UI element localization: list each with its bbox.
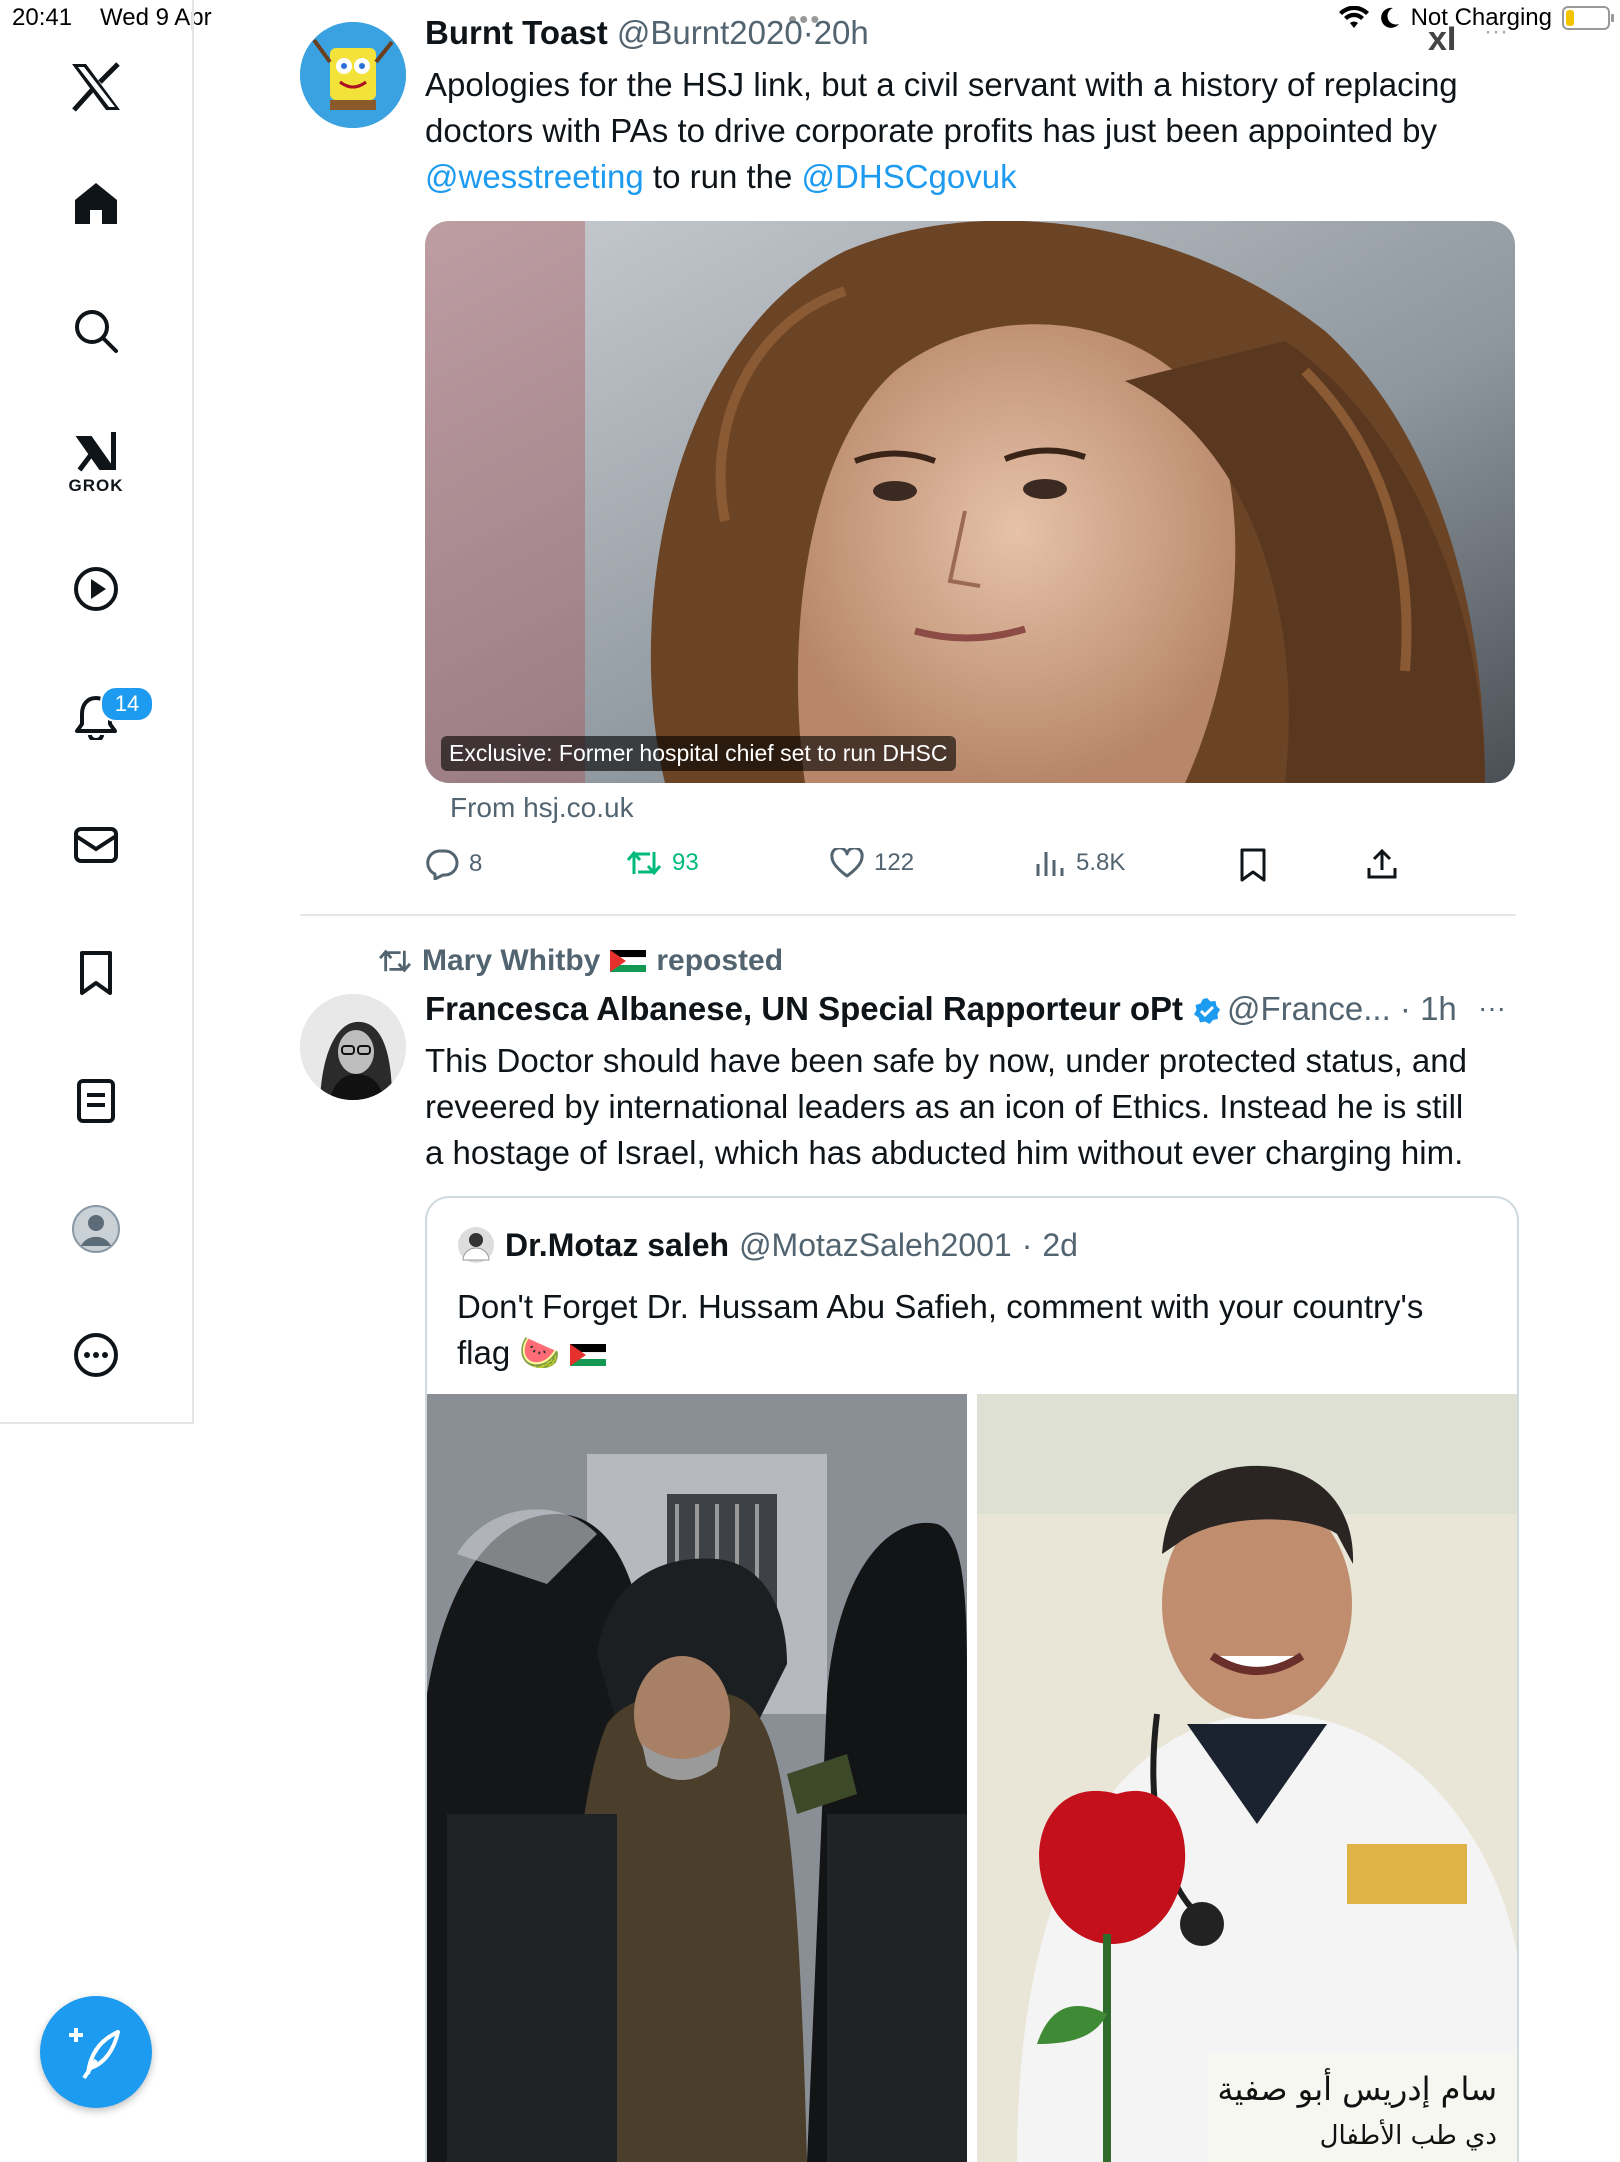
reply-button[interactable]: 8 — [425, 848, 482, 880]
tweet-header: Francesca Albanese, UN Special Rapporteu… — [425, 990, 1457, 1027]
quoted-image-left[interactable] — [427, 1394, 967, 2162]
spongebob-avatar-icon — [300, 22, 406, 128]
sidebar-item-bookmarks[interactable] — [73, 950, 119, 996]
play-circle-icon — [74, 567, 118, 611]
sidebar-item-lists[interactable] — [73, 1078, 119, 1124]
top-more-icon[interactable]: ··· — [1484, 18, 1508, 46]
wifi-icon — [1338, 6, 1369, 28]
repost-icon — [626, 850, 662, 876]
like-button[interactable]: 122 — [830, 848, 914, 878]
sidebar-item-messages[interactable] — [73, 822, 119, 868]
x-logo-icon — [72, 62, 120, 112]
sidebar-item-profile[interactable] — [71, 1204, 121, 1254]
name-sign-text: سام إدريس أبو صفية — [1217, 2068, 1497, 2108]
doctor-photo-image: سام إدريس أبو صفية دي طب الأطفال — [977, 1394, 1517, 2162]
tweet-text: This Doctor should have been safe by now… — [425, 1038, 1535, 1176]
arrest-photo-image — [427, 1394, 967, 2162]
tweet-header: Burnt Toast @Burnt2020·20h — [425, 14, 869, 51]
avatar[interactable] — [457, 1226, 495, 1264]
quoted-tweet-header: Dr.Motaz saleh @MotazSaleh2001 · 2d — [457, 1226, 1078, 1264]
status-right: Not Charging — [1338, 4, 1614, 32]
quoted-image-right[interactable]: سام إدريس أبو صفية دي طب الأطفال — [977, 1394, 1517, 2162]
tweet-time[interactable]: 20h — [814, 14, 869, 51]
views-count: 5.8K — [1076, 849, 1126, 876]
sidebar-item-grok[interactable]: GROK — [69, 428, 124, 496]
card-caption: Exclusive: Former hospital chief set to … — [441, 736, 956, 771]
profile-avatar-icon — [72, 1205, 120, 1253]
compose-feather-icon — [69, 2028, 120, 2080]
grok-icon — [75, 432, 116, 472]
bookmark-button[interactable] — [1238, 848, 1268, 882]
mention-link[interactable]: @wesstreeting — [425, 158, 644, 195]
compose-post-button[interactable] — [40, 1996, 152, 2108]
tweet-text-line: a hostage of Israel, which has abducted … — [425, 1134, 1464, 1171]
francesca-avatar-icon — [300, 994, 406, 1100]
sidebar: GROK 14 — [0, 0, 194, 1424]
repost-count: 93 — [672, 849, 699, 876]
repost-icon — [379, 949, 411, 973]
quoted-author-name[interactable]: Dr.Motaz saleh — [505, 1227, 729, 1264]
reply-icon — [426, 849, 459, 880]
sidebar-item-more[interactable] — [73, 1332, 119, 1378]
grok-top-icon[interactable]: xI — [1428, 20, 1456, 59]
author-handle[interactable]: @France... — [1227, 990, 1391, 1027]
quoted-text-line: flag 🍉 — [457, 1330, 1487, 1376]
sidebar-item-home[interactable] — [73, 180, 119, 226]
sidebar-item-video[interactable] — [73, 566, 119, 612]
like-count: 122 — [874, 849, 915, 876]
mention-link[interactable]: @DHSCgovuk — [802, 158, 1017, 195]
tweet-text-line: reveered by international leaders as an … — [425, 1088, 1464, 1125]
mail-icon — [74, 827, 118, 863]
author-name[interactable]: Burnt Toast — [425, 14, 608, 51]
bookmark-icon — [80, 951, 112, 995]
tweet-text-line: Apologies for the HSJ link, but a civil … — [425, 66, 1458, 103]
quoted-tweet-time[interactable]: 2d — [1042, 1227, 1078, 1264]
heart-icon — [830, 848, 864, 878]
tweet-more-icon[interactable]: ··· — [1478, 992, 1506, 1024]
avatar[interactable] — [300, 22, 406, 128]
quoted-author-handle[interactable]: @MotazSaleh2001 — [739, 1227, 1012, 1264]
link-card[interactable]: Exclusive: Former hospital chief set to … — [425, 221, 1515, 783]
tweet-text-line: doctors with PAs to drive corporate prof… — [425, 112, 1437, 149]
palestine-flag-icon — [569, 1344, 606, 1367]
tweet-divider — [300, 914, 1516, 916]
avatar[interactable] — [300, 994, 406, 1100]
author-handle[interactable]: @Burnt2020 — [617, 14, 803, 51]
more-circle-icon — [74, 1333, 118, 1377]
author-name[interactable]: Francesca Albanese, UN Special Rapporteu… — [425, 990, 1183, 1027]
home-icon — [75, 183, 117, 224]
tweet-text: Apologies for the HSJ link, but a civil … — [425, 62, 1535, 200]
card-source[interactable]: From hsj.co.uk — [450, 792, 634, 824]
reposted-label: reposted — [656, 944, 784, 977]
tweet-time[interactable]: 1h — [1420, 990, 1457, 1027]
quoted-tweet-text: Don't Forget Dr. Hussam Abu Safieh, comm… — [457, 1284, 1487, 1376]
quoted-text-line: Don't Forget Dr. Hussam Abu Safieh, comm… — [457, 1288, 1424, 1325]
card-image — [425, 221, 1515, 783]
bookmark-icon — [1240, 848, 1266, 882]
reply-count: 8 — [469, 850, 483, 877]
tweet-text-fragment: to run the — [643, 158, 802, 195]
palestine-flag-icon — [610, 950, 647, 972]
name-sign-subtext: دي طب الأطفال — [1320, 2118, 1497, 2151]
quoted-tweet[interactable]: Dr.Motaz saleh @MotazSaleh2001 · 2d Don't … — [425, 1196, 1519, 2162]
share-icon — [1367, 848, 1397, 879]
notifications-badge: 14 — [100, 686, 154, 722]
reposter-name: Mary Whitby — [422, 944, 601, 977]
views-chart-icon — [1036, 852, 1064, 876]
repost-context[interactable]: Mary Whitby reposted — [378, 944, 783, 978]
moon-icon — [1380, 7, 1399, 28]
tweet-text-line: This Doctor should have been safe by now… — [425, 1042, 1467, 1079]
x-logo-button[interactable] — [70, 62, 122, 112]
tweet-text-line: @wesstreeting to run the @DHSCgovuk — [425, 154, 1535, 200]
sidebar-item-search[interactable] — [73, 308, 119, 354]
grok-label: GROK — [68, 476, 124, 495]
list-icon — [77, 1079, 115, 1123]
battery-icon — [1562, 6, 1614, 30]
search-icon — [75, 310, 118, 353]
share-button[interactable] — [1366, 848, 1398, 880]
quoted-text-fragment: flag 🍉 — [457, 1334, 561, 1371]
repost-button[interactable]: 93 — [626, 848, 699, 878]
verified-badge-icon — [1194, 998, 1221, 1025]
views-button[interactable]: 5.8K — [1034, 848, 1125, 878]
